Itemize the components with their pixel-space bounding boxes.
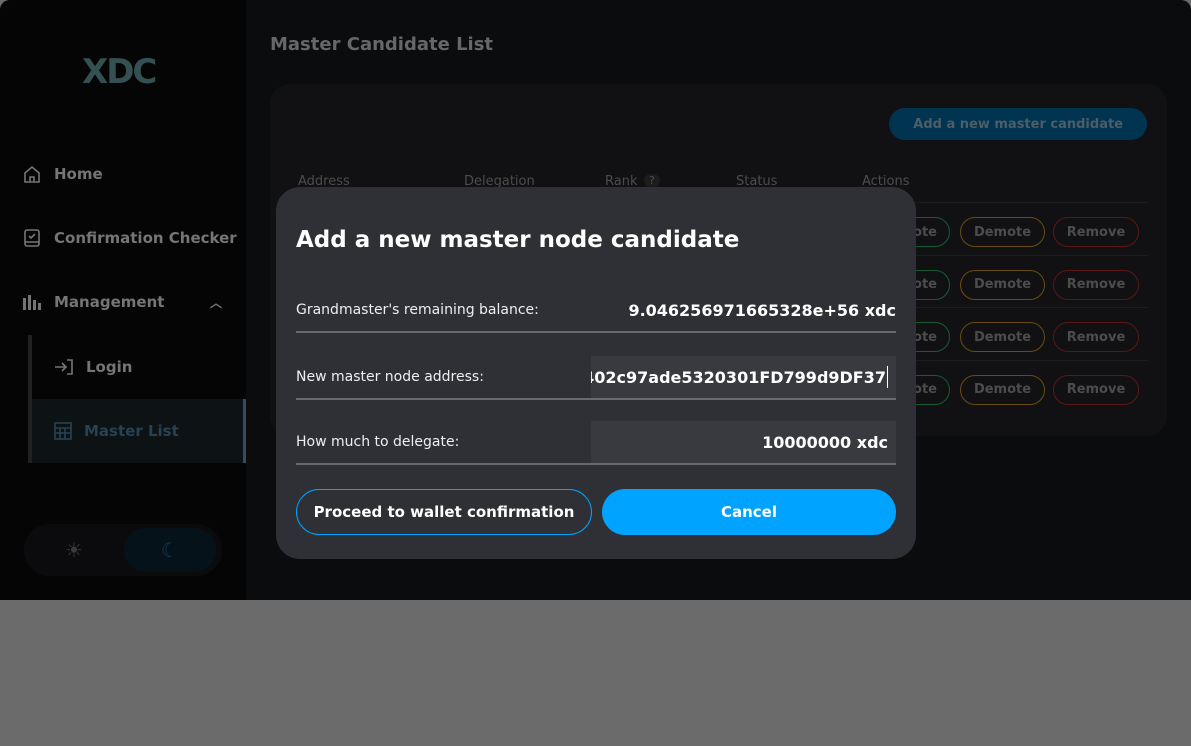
address-input[interactable]: e402c97ade5320301FD799d9DF37	[591, 356, 896, 398]
app-window: XDC Home Confirmation Checker Management…	[0, 0, 1191, 600]
modal-title: Add a new master node candidate	[296, 227, 740, 253]
balance-value: 9.046256971665328e+56 xdc	[628, 300, 896, 320]
add-candidate-modal: Add a new master node candidate Grandmas…	[276, 187, 916, 559]
delegate-field: How much to delegate: 10000000 xdc	[296, 421, 896, 465]
delegate-amount-input[interactable]: 10000000 xdc	[591, 421, 896, 463]
cancel-button[interactable]: Cancel	[602, 489, 896, 535]
address-field: New master node address: e402c97ade53203…	[296, 356, 896, 400]
proceed-wallet-confirmation-button[interactable]: Proceed to wallet confirmation	[296, 489, 592, 535]
balance-field: Grandmaster's remaining balance: 9.04625…	[296, 289, 896, 333]
